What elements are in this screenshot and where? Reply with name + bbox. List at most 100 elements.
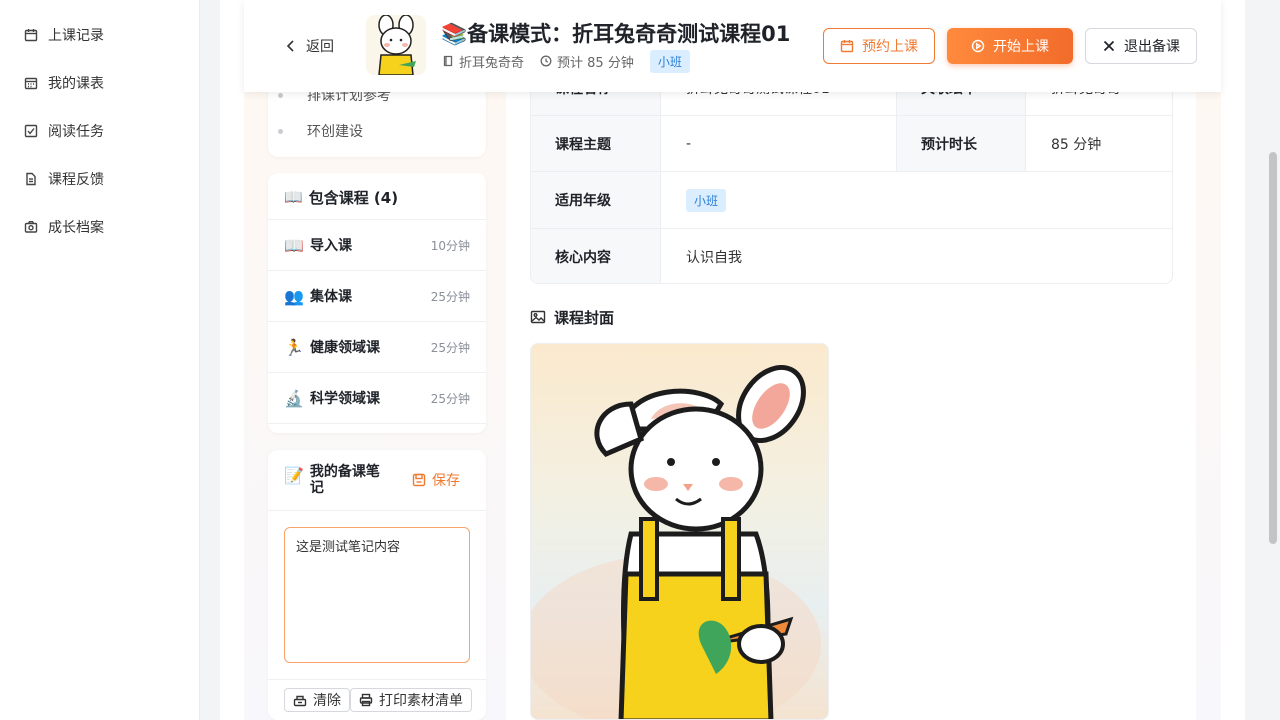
sidebar-item-reading-tasks[interactable]: 阅读任务 [24, 119, 104, 143]
grade-tag: 小班 [686, 188, 727, 212]
prep-notes-title: 我的备课笔记 [309, 464, 380, 496]
included-courses-header: 📖 包含课程 (4) [284, 185, 398, 209]
back-button[interactable]: 返回 [284, 34, 334, 58]
notes-textarea[interactable]: 这是测试笔记内容 [284, 527, 470, 663]
course-duration: 25分钟 [430, 391, 470, 406]
book-cover-thumbnail [366, 15, 426, 75]
table-label: 核心内容 [531, 229, 661, 283]
meta-duration-label: 预计 85 分钟 [557, 55, 634, 71]
table-label: 适用年级 [531, 172, 661, 228]
course-duration: 25分钟 [430, 340, 470, 355]
chevron-left-icon [286, 40, 294, 52]
sidebar-item-label: 成长档案 [48, 220, 104, 236]
course-item-science[interactable]: 🔬 科学领域课 25分钟 [268, 373, 486, 424]
running-icon: 🏃 [284, 337, 304, 357]
meta-book: 折耳兔奇奇 [442, 52, 524, 71]
table-value: - [686, 135, 692, 152]
prep-notes-card: 📝 我的备课笔记 保存 这是测试笔记内容 清除 打印素材清单 [268, 450, 486, 720]
table-value: 小班 [661, 172, 1172, 228]
divider [268, 510, 486, 511]
plan-nav-item[interactable]: 环创建设 [268, 119, 486, 143]
image-icon [530, 310, 546, 324]
close-icon [1103, 40, 1115, 52]
course-item-intro[interactable]: 📖 导入课 10分钟 [268, 220, 486, 271]
course-name: 科学领域课 [310, 391, 380, 407]
table-label: 课程主题 [531, 116, 661, 171]
bullet-dot-icon [278, 128, 283, 134]
grade-tag: 小班 [649, 49, 690, 73]
eraser-icon [293, 695, 307, 707]
course-info-table: 课程名称 折耳兔奇奇测试课程01 关联绘本 折耳兔奇奇 课程主题 - 预计时长 … [530, 60, 1173, 284]
bullet-dot-icon [278, 92, 283, 98]
included-courses-card: 📖 包含课程 (4) 📖 导入课 10分钟 👥 集体课 25分钟 🏃 健康领域课… [268, 173, 486, 433]
table-row: 适用年级 小班 [531, 172, 1172, 229]
print-label: 打印素材清单 [379, 693, 463, 709]
table-label: 预计时长 [896, 116, 1026, 171]
course-meta: 折耳兔奇奇 预计 85 分钟 小班 [442, 49, 690, 73]
printer-icon [359, 693, 373, 707]
cover-section-title: 课程封面 [530, 306, 614, 328]
table-row: 课程主题 - 预计时长 85 分钟 [531, 116, 1172, 172]
course-duration: 25分钟 [430, 289, 470, 304]
plan-nav-item-label: 环创建设 [307, 124, 363, 140]
table-value: 认识自我 [686, 249, 742, 266]
people-icon: 👥 [284, 286, 304, 306]
page-title-text: 备课模式：折耳兔奇奇测试课程01 [467, 22, 791, 46]
calendar-icon [840, 40, 854, 53]
clear-notes-button[interactable]: 清除 [284, 688, 350, 712]
cover-title-text: 课程封面 [554, 308, 615, 327]
microscope-icon: 🔬 [284, 388, 304, 408]
book-class-label: 预约上课 [862, 39, 918, 55]
sidebar-item-label: 上课记录 [48, 28, 104, 44]
checkbox-icon [24, 124, 38, 138]
meta-duration: 预计 85 分钟 [540, 52, 634, 71]
rabbit-thumbnail-illustration [378, 15, 416, 75]
start-class-button[interactable]: 开始上课 [947, 28, 1073, 64]
clock-icon [540, 55, 552, 67]
course-cover-image [530, 343, 829, 720]
app-sidebar: 上课记录 我的课表 阅读任务 课程反馈 成长档案 [0, 0, 200, 720]
sidebar-item-label: 阅读任务 [48, 124, 104, 140]
document-icon [26, 172, 36, 186]
save-icon [412, 473, 426, 487]
sidebar-item-my-schedule[interactable]: 我的课表 [24, 71, 104, 95]
included-courses-title: 包含课程 (4) [308, 188, 399, 207]
memo-icon: 📝 [284, 466, 304, 485]
scrollbar-thumb[interactable] [1269, 152, 1277, 544]
sidebar-item-growth-archive[interactable]: 成长档案 [24, 215, 104, 239]
book-icon: 📖 [284, 188, 303, 206]
save-notes-button[interactable]: 保存 [412, 470, 460, 490]
book-icon [443, 55, 453, 67]
course-name: 导入课 [310, 238, 352, 254]
clear-label: 清除 [313, 693, 341, 709]
camera-icon [24, 221, 38, 233]
course-item-group[interactable]: 👥 集体课 25分钟 [268, 271, 486, 322]
sidebar-item-course-feedback[interactable]: 课程反馈 [24, 167, 104, 191]
course-duration: 10分钟 [430, 238, 470, 253]
back-label: 返回 [306, 39, 334, 55]
exit-prep-label: 退出备课 [1124, 39, 1180, 55]
rabbit-illustration [531, 365, 821, 719]
table-value: 85 分钟 [1051, 136, 1102, 153]
divider [268, 679, 486, 680]
meta-book-label: 折耳兔奇奇 [459, 55, 525, 71]
save-label: 保存 [432, 473, 460, 489]
course-name: 集体课 [310, 289, 352, 305]
course-item-health[interactable]: 🏃 健康领域课 25分钟 [268, 322, 486, 373]
course-name: 健康领域课 [310, 340, 380, 356]
exit-prep-button[interactable]: 退出备课 [1085, 28, 1197, 64]
calendar-icon [24, 29, 38, 42]
sidebar-item-label: 课程反馈 [48, 172, 104, 188]
play-circle-icon [971, 39, 985, 53]
books-icon: 📚 [441, 22, 468, 46]
start-class-label: 开始上课 [993, 39, 1049, 55]
table-row: 核心内容 认识自我 [531, 229, 1172, 283]
page-title: 📚备课模式：折耳兔奇奇测试课程01 [441, 18, 790, 48]
sidebar-item-label: 我的课表 [48, 76, 104, 92]
book-class-button[interactable]: 预约上课 [823, 28, 935, 64]
prep-notes-header: 📝 我的备课笔记 [284, 464, 384, 496]
print-materials-button[interactable]: 打印素材清单 [350, 688, 472, 712]
book-icon: 📖 [284, 235, 304, 255]
schedule-icon [24, 77, 38, 90]
sidebar-item-class-records[interactable]: 上课记录 [24, 23, 104, 47]
